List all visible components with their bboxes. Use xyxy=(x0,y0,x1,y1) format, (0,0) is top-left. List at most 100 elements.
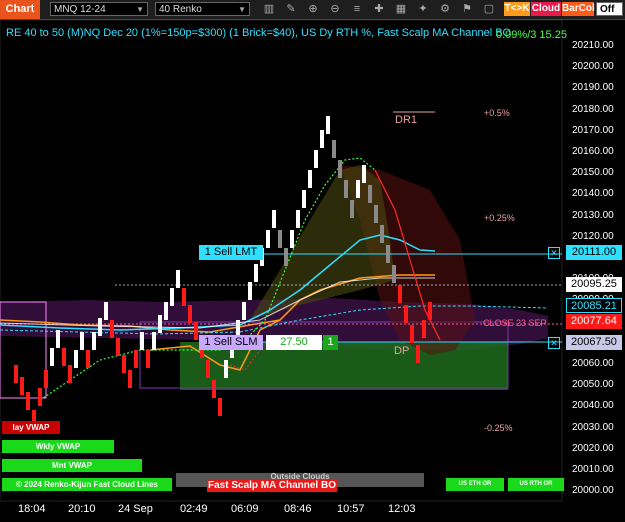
sell-lmt-order[interactable]: 1 Sell LMT xyxy=(199,245,263,260)
renko-brick xyxy=(242,302,246,320)
renko-brick xyxy=(218,398,222,416)
y-tick-label: 20010.00 xyxy=(572,464,614,475)
x-tick-label: 08:46 xyxy=(284,503,312,515)
renko-brick xyxy=(320,130,324,148)
price-tag-slate: 20067.50 xyxy=(566,335,622,350)
renko-brick xyxy=(302,190,306,208)
zoom-out-icon[interactable]: ⊖ xyxy=(328,2,342,16)
renko-brick xyxy=(374,205,378,223)
close-lmt-icon[interactable]: ✕ xyxy=(548,247,560,259)
dr1-label: DR1 xyxy=(395,114,418,126)
renko-brick xyxy=(386,245,390,263)
x-tick-label: 24 Sep xyxy=(118,503,153,515)
kijun-cloud-label: Renko-Kijun Fast Cloud Lines xyxy=(44,480,158,489)
renko-brick xyxy=(272,210,276,228)
properties-icon[interactable]: ≡ xyxy=(350,2,364,16)
renko-brick xyxy=(134,350,138,368)
strategy-icon[interactable]: ⚙ xyxy=(438,2,452,16)
chart-title: RE 40 to 50 (M)NQ Dec 20 (1%=150p=$300) … xyxy=(6,27,512,39)
renko-brick xyxy=(392,265,396,283)
renko-brick xyxy=(86,350,90,368)
close-slm-icon[interactable]: ✕ xyxy=(548,337,560,349)
y-tick-label: 20050.00 xyxy=(572,379,614,391)
indicator-icon[interactable]: ✦ xyxy=(416,2,430,16)
price-tag-cyan: 20111.00 xyxy=(566,245,622,260)
y-tick-label: 20150.00 xyxy=(572,167,614,179)
sell-slm-order[interactable]: 1 Sell SLM xyxy=(199,335,263,350)
outside-clouds-label: Outside Clouds xyxy=(270,472,330,481)
y-tick-label: 20170.00 xyxy=(572,124,614,136)
renko-brick xyxy=(26,392,30,410)
daily-vwap-chip[interactable]: lay VWAP xyxy=(2,421,60,434)
monthly-vwap-chip[interactable]: Mnt VWAP xyxy=(2,459,142,472)
renko-brick xyxy=(110,320,114,338)
renko-brick xyxy=(212,380,216,398)
us-rth-or-chip[interactable]: US RTH OR xyxy=(508,478,564,491)
renko-brick xyxy=(68,365,72,383)
instrument-select[interactable]: MNQ 12-24 ▼ xyxy=(50,2,148,16)
y-tick-label: 20020.00 xyxy=(572,442,614,454)
window-icon[interactable]: ▢ xyxy=(482,2,496,16)
top-right-overlay: 0.09%/3 15.25 xyxy=(496,29,567,41)
y-tick-label: 20210.00 xyxy=(572,40,614,51)
barcol-toggle-button[interactable]: BarCol xyxy=(562,2,595,16)
x-tick-label: 12:03 xyxy=(388,503,416,515)
y-tick-label: 20030.00 xyxy=(572,421,614,433)
renko-brick xyxy=(278,230,282,248)
renko-brick xyxy=(164,302,168,320)
slm-price-box[interactable]: 27.50 xyxy=(266,335,322,350)
cloud-toggle-button[interactable]: Cloud xyxy=(531,2,561,16)
renko-brick xyxy=(20,377,24,395)
renko-brick xyxy=(266,230,270,248)
renko-brick xyxy=(38,388,42,406)
renko-brick xyxy=(158,315,162,333)
plot-frame xyxy=(0,20,563,502)
us-eth-or-chip[interactable]: US ETH OR xyxy=(446,478,504,491)
renko-brick xyxy=(356,180,360,198)
x-tick-label: 20:10 xyxy=(68,503,96,515)
renko-brick xyxy=(62,348,66,366)
kijun-cloud-chip[interactable]: © 2024 Renko-Kijun Fast Cloud Lines xyxy=(2,478,172,491)
y-tick-label: 20000.00 xyxy=(572,485,614,497)
off-select[interactable]: Off xyxy=(596,2,623,16)
x-tick-label: 02:49 xyxy=(180,503,208,515)
pencil-icon[interactable]: ✎ xyxy=(284,2,298,16)
renko-brick xyxy=(410,325,414,343)
renko-brick xyxy=(362,165,366,183)
flag-icon[interactable]: ⚑ xyxy=(460,2,474,16)
bar-type-select[interactable]: 40 Renko ▼ xyxy=(155,2,250,16)
dp-label: DP xyxy=(394,345,410,357)
renko-brick xyxy=(176,270,180,288)
y-tick-label: 20130.00 xyxy=(572,209,614,221)
renko-brick xyxy=(404,305,408,323)
weekly-vwap-chip[interactable]: Wkly VWAP xyxy=(2,440,114,453)
renko-brick xyxy=(248,282,252,300)
y-tick-label: 20200.00 xyxy=(572,61,614,73)
chart-tab[interactable]: Chart xyxy=(0,0,40,19)
renko-brick xyxy=(422,320,426,338)
renko-brick xyxy=(80,332,84,350)
chevron-down-icon: ▼ xyxy=(238,5,246,14)
chart-trader-icon[interactable]: ▦ xyxy=(394,2,408,16)
toolbar: Chart MNQ 12-24 ▼ 40 Renko ▼ ▥ ✎ ⊕ ⊖ ≡ ✚… xyxy=(0,0,625,20)
renko-brick xyxy=(14,365,18,383)
crosshair-icon[interactable]: ✚ xyxy=(372,2,386,16)
zoom-in-icon[interactable]: ⊕ xyxy=(306,2,320,16)
bar-chart-icon[interactable]: ▥ xyxy=(262,2,276,16)
renko-brick xyxy=(326,116,330,134)
renko-brick xyxy=(314,150,318,168)
renko-brick xyxy=(116,338,120,356)
renko-brick xyxy=(182,288,186,306)
renko-brick xyxy=(44,370,48,388)
renko-brick xyxy=(194,322,198,340)
off-select-value: Off xyxy=(600,4,615,15)
renko-brick xyxy=(224,360,228,378)
renko-brick xyxy=(50,348,54,366)
bar-type-value: 40 Renko xyxy=(159,4,202,15)
renko-brick xyxy=(380,225,384,243)
renko-brick xyxy=(170,288,174,306)
renko-brick xyxy=(254,264,258,282)
slm-qty-box[interactable]: 1 xyxy=(323,335,338,350)
tk-toggle-button[interactable]: T<>K xyxy=(504,2,530,16)
renko-brick xyxy=(152,332,156,350)
